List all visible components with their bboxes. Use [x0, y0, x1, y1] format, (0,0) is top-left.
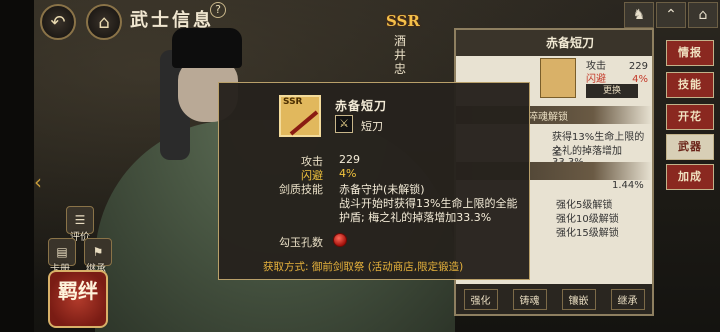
strengthen-button[interactable]: 强化 [463, 288, 498, 310]
panel-attr-values: 229 4% [628, 61, 648, 85]
tab-bloom[interactable]: 开花 [666, 104, 714, 130]
inherit-button[interactable]: 继承 [610, 288, 645, 310]
character-hat [172, 28, 242, 68]
tooltip-rarity: SSR [283, 97, 303, 107]
tab-skills[interactable]: 技能 [666, 72, 714, 98]
inlay-button[interactable]: 镶嵌 [561, 288, 596, 310]
tooltip-skill-label: 剑质技能 [279, 183, 323, 196]
castle-icon: ⌂ [98, 11, 110, 33]
panel-weapon-name: 赤备短刀 [546, 36, 595, 50]
upgrade-button[interactable]: ⌃ [656, 2, 686, 28]
magatama-slot-icon [333, 233, 347, 247]
book-icon: ▤ [56, 245, 68, 259]
scroll-stack-icon: ⚑ [92, 245, 104, 259]
home-button[interactable]: ⌂ [86, 4, 122, 40]
swap-weapon-button[interactable]: 更换 [586, 84, 638, 98]
rarity-badge: SSR [386, 12, 420, 30]
home-shortcut-button[interactable]: ⌂ [688, 2, 718, 28]
weapon-tooltip: SSR 赤备短刀 ⚔ 短刀 攻击 229 闪避 4% 剑质技能 赤备守护(未解锁… [218, 82, 530, 280]
scroll-icon: ☰ [74, 213, 86, 227]
tooltip-source: 获取方式: 御前剑取祭 (活动商店,限定锻造) [263, 261, 464, 273]
dagger-type-icon: ⚔ [335, 115, 353, 133]
prev-character-arrow-icon[interactable]: ‹ [34, 170, 42, 194]
samurai-icon: ♞ [632, 7, 646, 23]
tab-bonus[interactable]: 加成 [666, 164, 714, 190]
panel-attr-labels: 攻击 闪避 [586, 61, 606, 85]
panel-action-bar: 强化 铸魂 镶嵌 继承 [456, 284, 652, 314]
tooltip-weapon-icon: SSR [279, 95, 321, 137]
soulcast-button[interactable]: 铸魂 [512, 288, 547, 310]
page-title: 武士信息 [130, 10, 214, 31]
forge-line: 强化15级解锁 [556, 228, 619, 239]
tooltip-magatama-label: 勾玉孔数 [279, 236, 323, 249]
tooltip-weapon-name: 赤备短刀 [335, 99, 388, 113]
back-button[interactable]: ↶ [40, 4, 76, 40]
tab-info[interactable]: 情报 [666, 40, 714, 66]
tooltip-skill-desc-2: 护盾; 梅之礼的掉落增加33.3% [339, 211, 492, 224]
left-frame [0, 0, 34, 332]
tooltip-dodge-value: 4% [339, 167, 357, 180]
weapon-thumbnail[interactable] [540, 58, 576, 98]
up-chevron-icon: ⌃ [665, 7, 677, 23]
panel-percent: 1.44% [612, 180, 644, 191]
dagger-icon [289, 110, 319, 136]
bond-seal-button[interactable]: 羁绊 [48, 270, 108, 328]
tab-weapon[interactable]: 武器 [666, 134, 714, 160]
forge-line: 强化5级解锁 [556, 200, 613, 211]
back-arrow-icon: ↶ [50, 11, 66, 33]
forge-line: 强化10级解锁 [556, 214, 619, 225]
tooltip-weapon-type: 短刀 [361, 120, 383, 133]
tooltip-attack-value: 229 [339, 153, 360, 166]
house-icon: ⌂ [698, 7, 708, 23]
samurai-icon-button[interactable]: ♞ [624, 2, 654, 28]
help-button[interactable]: ? [210, 2, 226, 18]
character-name: 酒井忠 [394, 34, 407, 76]
